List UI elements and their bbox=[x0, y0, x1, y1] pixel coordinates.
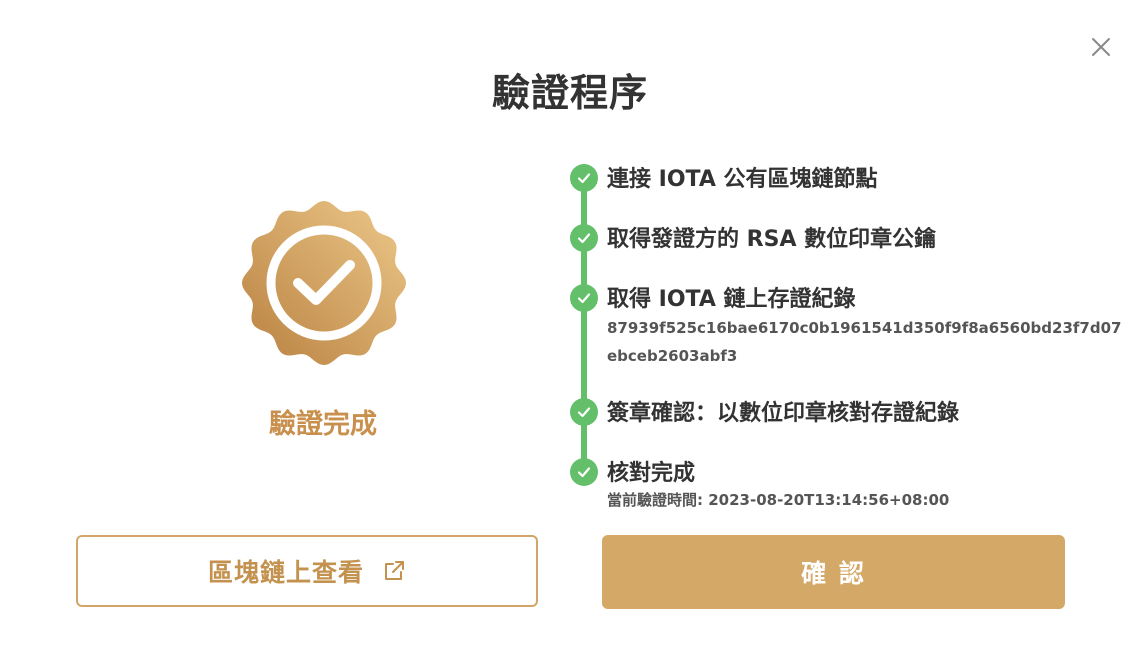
verification-time: 當前驗證時間: 2023-08-20T13:14:56+08:00 bbox=[607, 491, 950, 509]
timeline-connector bbox=[581, 178, 587, 470]
external-link-icon bbox=[382, 559, 406, 583]
step-label: 連接 IOTA 公有區塊鏈節點 bbox=[607, 167, 878, 192]
close-button[interactable] bbox=[1086, 32, 1116, 62]
step-label: 簽章確認：以數位印章核對存證紀錄 bbox=[607, 401, 960, 426]
check-icon bbox=[570, 398, 598, 426]
check-icon bbox=[570, 224, 598, 252]
record-hash-line-2: ebceb2603abf3 bbox=[607, 347, 738, 365]
view-on-blockchain-label: 區塊鏈上查看 bbox=[207, 558, 364, 587]
verification-result-label: 驗證完成 bbox=[269, 409, 377, 440]
confirm-button[interactable]: 確 認 bbox=[602, 535, 1065, 609]
step-label: 取得 IOTA 鏈上存證紀錄 bbox=[607, 287, 856, 312]
check-icon bbox=[570, 284, 598, 312]
record-hash-line-1: 87939f525c16bae6170c0b1961541d350f9f8a65… bbox=[607, 319, 1122, 337]
dialog-title: 驗證程序 bbox=[491, 71, 648, 115]
check-icon bbox=[570, 164, 598, 192]
close-icon bbox=[1092, 38, 1110, 56]
confirm-label: 確 認 bbox=[801, 559, 866, 588]
verified-badge-icon bbox=[242, 201, 406, 365]
view-on-blockchain-button[interactable]: 區塊鏈上查看 bbox=[76, 535, 538, 607]
check-icon bbox=[570, 458, 598, 486]
step-label: 核對完成 bbox=[607, 461, 696, 486]
verification-dialog: 驗證程序 驗證完成 連接 IOTA 公有區塊鏈節點 取得發證方的 RSA 數位印… bbox=[0, 0, 1140, 659]
step-label: 取得發證方的 RSA 數位印章公鑰 bbox=[607, 227, 937, 252]
